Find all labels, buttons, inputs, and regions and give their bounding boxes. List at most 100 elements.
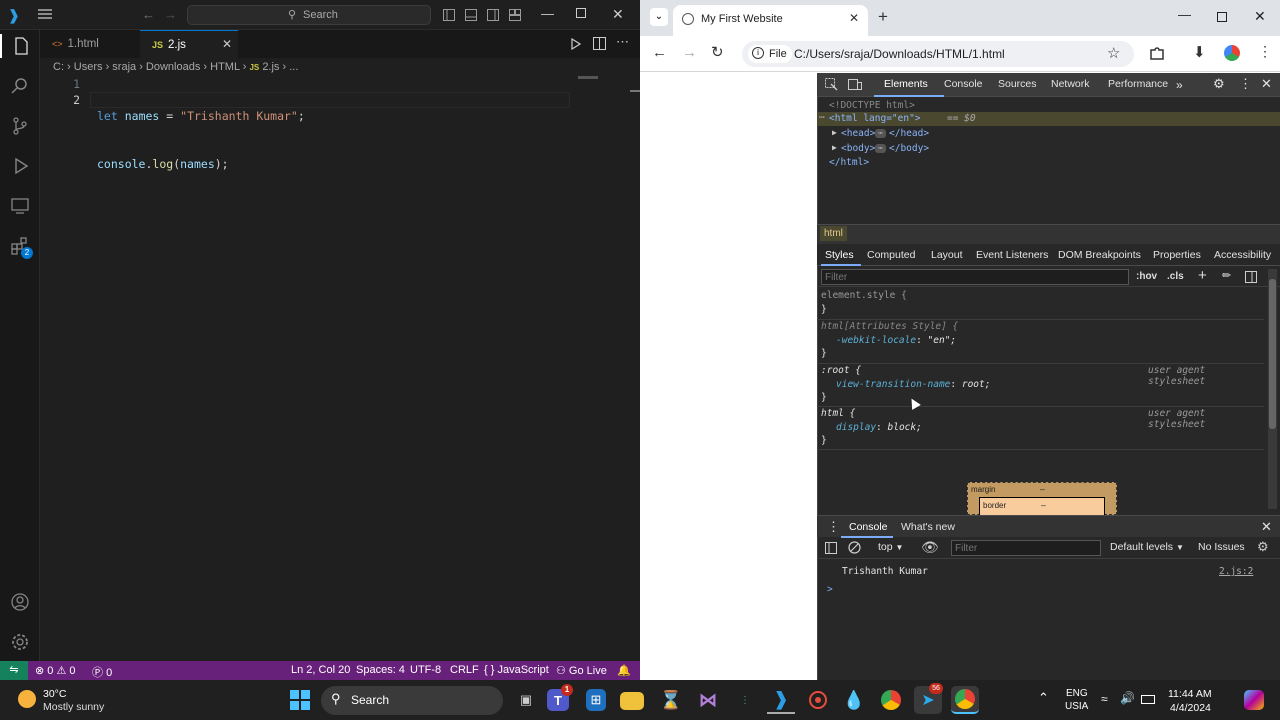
wifi-icon[interactable]: ≈	[1101, 692, 1108, 706]
cursor-position[interactable]: Ln 2, Col 20	[291, 664, 350, 676]
expand-triangle-icon[interactable]: ▶	[832, 143, 837, 152]
expand-triangle-icon[interactable]: ▶	[832, 128, 837, 137]
bookmark-star-icon[interactable]: ☆	[1107, 44, 1120, 62]
log-levels-dropdown[interactable]: Default levels ▼	[1110, 541, 1184, 553]
dom-tree[interactable]: <!DOCTYPE html> ⋯ <html lang="en"> == $0…	[817, 98, 1280, 222]
styles-filter-input[interactable]	[821, 269, 1129, 285]
hover-state-toggle[interactable]: :hov	[1136, 271, 1157, 282]
maximize-icon[interactable]	[1217, 12, 1227, 22]
tab-sources[interactable]: Sources	[998, 78, 1037, 90]
breadcrumb-item[interactable]: HTML	[210, 61, 240, 73]
forward-arrow-icon[interactable]: →	[164, 7, 177, 22]
context-selector[interactable]: top ▼	[878, 541, 903, 553]
console-settings-gear-icon[interactable]: ⚙	[1257, 539, 1269, 555]
language-mode[interactable]: { } JavaScript	[484, 664, 549, 676]
paint-icon[interactable]: ✏	[1222, 269, 1231, 282]
close-devtools-icon[interactable]: ✕	[1261, 76, 1272, 92]
breadcrumb-item[interactable]: C:	[53, 61, 64, 73]
source-control-icon[interactable]	[8, 114, 32, 138]
calculator-icon[interactable]: ⊞	[586, 689, 606, 711]
tab-properties[interactable]: Properties	[1153, 249, 1201, 261]
forward-arrow-icon[interactable]: →	[682, 44, 697, 61]
chrome-active-icon[interactable]	[951, 686, 979, 714]
weather-condition[interactable]: Mostly sunny	[43, 701, 104, 713]
breadcrumb-item[interactable]: ...	[289, 61, 298, 73]
tab-elements[interactable]: Elements	[884, 78, 928, 90]
encoding[interactable]: UTF-8	[410, 664, 441, 676]
rule-declaration[interactable]: -webkit-locale: "en";	[836, 335, 956, 346]
close-drawer-icon[interactable]: ✕	[1261, 519, 1272, 535]
minimap[interactable]	[578, 76, 598, 79]
indentation[interactable]: Spaces: 4	[356, 664, 405, 676]
end-of-line[interactable]: CRLF	[450, 664, 479, 676]
minimize-icon[interactable]: —	[1178, 7, 1191, 22]
problems-indicator[interactable]: ⊗ 0 ⚠ 0	[35, 664, 76, 677]
breadcrumb-item[interactable]: Downloads	[146, 61, 200, 73]
more-tabs-chevron-icon[interactable]: »	[1176, 78, 1183, 92]
dom-head-tag[interactable]: <head>	[841, 128, 875, 139]
rule-selector[interactable]: html[Attributes Style] {	[821, 321, 958, 332]
rule-declaration[interactable]: view-transition-name: root;	[836, 379, 990, 390]
rule-selector[interactable]: html {	[821, 408, 855, 419]
weather-temperature[interactable]: 30°C	[43, 688, 66, 700]
tab-performance[interactable]: Performance	[1108, 78, 1168, 90]
teams-icon[interactable]: T 1	[547, 684, 573, 711]
show-sidebar-icon[interactable]	[825, 542, 837, 554]
customize-layout-icon[interactable]	[509, 9, 521, 21]
url-text[interactable]: C:/Users/sraja/Downloads/HTML/1.html	[794, 47, 1005, 61]
screen-recorder-icon[interactable]	[804, 686, 832, 714]
taskbar-search-box[interactable]: ⚲ Search	[321, 686, 503, 715]
rule-declaration[interactable]: display: block;	[836, 422, 922, 433]
run-debug-icon[interactable]	[8, 154, 32, 178]
styles-rules[interactable]: element.style { } html[Attributes Style]…	[817, 288, 1264, 516]
vscode-taskbar-icon[interactable]: ❱	[767, 686, 795, 714]
tab-dom-breakpoints[interactable]: DOM Breakpoints	[1058, 249, 1141, 261]
windows-start-icon[interactable]	[290, 690, 310, 710]
close-icon[interactable]: ✕	[612, 6, 624, 23]
console-prompt[interactable]: >	[827, 584, 833, 595]
show-hidden-icons-chevron[interactable]: ⌃	[1038, 690, 1049, 706]
notifications-bell-icon[interactable]: 🔔	[617, 664, 631, 677]
rule-selector[interactable]: :root {	[821, 365, 861, 376]
chrome-tab-active[interactable]: My First Website ✕	[673, 5, 868, 36]
chrome-menu-icon[interactable]: ⋮	[1258, 43, 1272, 60]
clock-time[interactable]: 11:44 AM	[1168, 688, 1212, 700]
site-info-chip[interactable]: i File	[748, 45, 792, 63]
clear-console-icon[interactable]	[848, 541, 861, 554]
maximize-icon[interactable]	[576, 8, 586, 18]
file-explorer-icon[interactable]	[620, 692, 644, 710]
collapsed-ellipsis-icon[interactable]: ⋯	[875, 144, 886, 153]
breadcrumb-item[interactable]: Users	[74, 61, 103, 73]
styles-scrollbar[interactable]	[1268, 269, 1277, 509]
split-editor-icon[interactable]	[593, 37, 606, 50]
close-icon[interactable]: ✕	[1254, 8, 1266, 25]
tab-console-drawer[interactable]: Console	[849, 521, 888, 533]
account-icon[interactable]	[8, 590, 32, 614]
more-actions-icon[interactable]: ⋯	[616, 34, 629, 50]
toggle-sidebar-icon[interactable]	[1245, 271, 1257, 283]
breadcrumb-item[interactable]: 2.js	[262, 61, 279, 73]
tab-layout[interactable]: Layout	[931, 249, 963, 261]
tab-2-js[interactable]: JS 2.js ✕	[140, 30, 238, 58]
toggle-panel-icon[interactable]	[465, 9, 477, 21]
copilot-icon[interactable]	[1244, 690, 1264, 710]
hourglass-icon[interactable]: ⌛	[657, 686, 685, 714]
go-live-button[interactable]: ⚇ Go Live	[556, 664, 607, 677]
battery-icon[interactable]	[1141, 695, 1155, 704]
settings-gear-icon[interactable]: ⚙	[1213, 76, 1225, 92]
new-tab-plus-icon[interactable]: +	[878, 7, 888, 27]
tab-network[interactable]: Network	[1051, 78, 1090, 90]
back-arrow-icon[interactable]: ←	[652, 44, 667, 61]
volume-icon[interactable]: 🔊	[1120, 691, 1135, 705]
class-toggle[interactable]: .cls	[1167, 271, 1184, 282]
remote-indicator-icon[interactable]: ⇋	[0, 661, 28, 680]
console-filter-input[interactable]	[951, 540, 1101, 556]
toggle-sidebar-icon[interactable]	[443, 9, 455, 21]
tab-event-listeners[interactable]: Event Listeners	[976, 249, 1048, 261]
box-model-border[interactable]: border –	[979, 497, 1105, 516]
ports-indicator[interactable]: Ⓟ 0	[92, 664, 112, 680]
minimize-icon[interactable]: —	[541, 6, 554, 21]
input-language[interactable]: ENG	[1066, 688, 1088, 699]
more-options-icon[interactable]: ⋮	[1239, 76, 1252, 92]
tab-console[interactable]: Console	[944, 78, 983, 90]
